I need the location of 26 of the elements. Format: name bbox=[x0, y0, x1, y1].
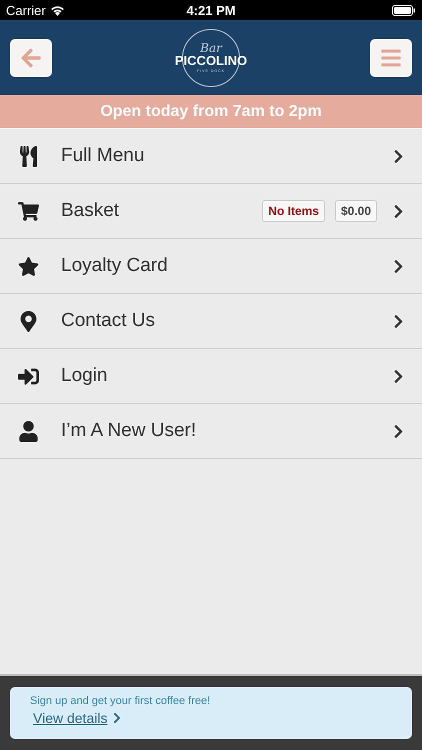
utensils-icon bbox=[18, 146, 38, 166]
opening-hours-banner: Open today from 7am to 2pm bbox=[0, 95, 422, 128]
arrow-left-icon bbox=[20, 46, 42, 68]
menu-item-label: Basket bbox=[61, 200, 120, 222]
carrier-name: Carrier bbox=[6, 2, 46, 18]
battery-icon bbox=[392, 4, 416, 16]
menu-item-label: Loyalty Card bbox=[61, 255, 169, 277]
back-button[interactable] bbox=[10, 38, 52, 76]
menu-button[interactable] bbox=[370, 38, 412, 76]
user-icon bbox=[18, 420, 38, 442]
menu-item-label: Full Menu bbox=[61, 145, 146, 167]
sign-in-icon bbox=[18, 366, 38, 386]
star-icon bbox=[18, 256, 38, 276]
basket-total-label: $0.00 bbox=[334, 200, 377, 222]
status-time: 4:21 PM bbox=[186, 2, 236, 18]
menu-icon bbox=[380, 46, 402, 68]
logo-script: Bar bbox=[200, 42, 222, 54]
wifi-icon bbox=[50, 4, 65, 16]
menu-item-label: Contact Us bbox=[61, 310, 156, 332]
menu-item-label: Login bbox=[61, 365, 108, 387]
cart-icon bbox=[18, 200, 38, 222]
menu-item-label: I’m A New User! bbox=[61, 420, 198, 442]
item-count-label: No Items bbox=[262, 200, 325, 222]
location-pin-icon bbox=[18, 310, 38, 332]
promo-text: Sign up and get your first coffee free! bbox=[30, 695, 212, 707]
view-details-link[interactable]: View details bbox=[30, 710, 124, 726]
